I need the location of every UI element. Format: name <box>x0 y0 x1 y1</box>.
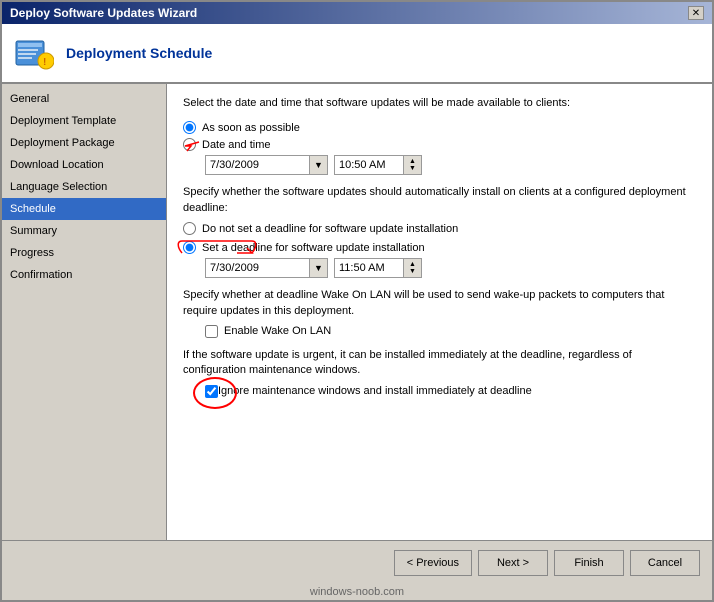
wakeup-description: Specify whether at deadline Wake On LAN … <box>183 288 696 319</box>
radio-set-deadline[interactable] <box>183 241 196 254</box>
sidebar-item-summary[interactable]: Summary <box>2 220 166 242</box>
radio-asap[interactable] <box>183 121 196 134</box>
deadline-time-spin[interactable]: ▲ ▼ <box>404 258 422 278</box>
sidebar-item-deployment-package[interactable]: Deployment Package <box>2 132 166 154</box>
radio-asap-label: As soon as possible <box>202 122 300 134</box>
previous-button[interactable]: < Previous <box>394 550 472 576</box>
sidebar-item-progress[interactable]: Progress <box>2 242 166 264</box>
availability-datetime-picker: 7/30/2009 ▼ 10:50 AM ▲ ▼ <box>205 155 696 175</box>
sidebar-item-confirmation[interactable]: Confirmation <box>2 264 166 286</box>
radio-set-deadline-row: Set a deadline for software update insta… <box>183 241 696 254</box>
finish-button[interactable]: Finish <box>554 550 624 576</box>
ignore-maintenance-checkbox[interactable] <box>205 385 218 398</box>
ignore-maintenance-label: Ignore maintenance windows and install i… <box>218 385 532 397</box>
radio-datetime-label: Date and time <box>202 139 270 151</box>
title-bar: Deploy Software Updates Wizard ✕ <box>2 2 712 24</box>
sidebar: General Deployment Template Deployment P… <box>2 84 167 540</box>
cancel-button[interactable]: Cancel <box>630 550 700 576</box>
sidebar-item-schedule[interactable]: Schedule <box>2 198 166 220</box>
content-area: Select the date and time that software u… <box>167 84 712 540</box>
availability-time-input[interactable]: 10:50 AM <box>334 155 404 175</box>
urgent-description: If the software update is urgent, it can… <box>183 348 696 379</box>
availability-date-dropdown[interactable]: ▼ <box>310 155 328 175</box>
sidebar-item-deployment-template[interactable]: Deployment Template <box>2 110 166 132</box>
deadline-time-input[interactable]: 11:50 AM <box>334 258 404 278</box>
sidebar-item-language-selection[interactable]: Language Selection <box>2 176 166 198</box>
availability-date-input[interactable]: 7/30/2009 <box>205 155 310 175</box>
header-title: Deployment Schedule <box>66 45 212 61</box>
enable-wakeup-label: Enable Wake On LAN <box>224 325 331 337</box>
watermark: windows-noob.com <box>2 584 712 600</box>
next-button[interactable]: Next > <box>478 550 548 576</box>
wizard-icon: ! <box>14 33 54 73</box>
radio-no-deadline-label: Do not set a deadline for software updat… <box>202 223 458 235</box>
deadline-date-dropdown[interactable]: ▼ <box>310 258 328 278</box>
enable-wakeup-checkbox[interactable] <box>205 325 218 338</box>
sidebar-item-general[interactable]: General <box>2 88 166 110</box>
ignore-maintenance-row: Ignore maintenance windows and install i… <box>205 385 696 398</box>
footer: < Previous Next > Finish Cancel <box>2 540 712 584</box>
availability-time-spin[interactable]: ▲ ▼ <box>404 155 422 175</box>
header-bar: ! Deployment Schedule <box>2 24 712 84</box>
radio-asap-row: As soon as possible <box>183 121 696 134</box>
radio-datetime[interactable] <box>183 138 196 151</box>
deadline-date-input[interactable]: 7/30/2009 <box>205 258 310 278</box>
main-window: Deploy Software Updates Wizard ✕ ! Deplo… <box>0 0 714 602</box>
enable-wakeup-row: Enable Wake On LAN <box>205 325 696 338</box>
radio-datetime-row: Date and time <box>183 138 696 151</box>
close-button[interactable]: ✕ <box>688 6 704 20</box>
availability-description: Select the date and time that software u… <box>183 96 696 111</box>
svg-text:!: ! <box>43 57 46 68</box>
deadline-description: Specify whether the software updates sho… <box>183 185 696 216</box>
deadline-datetime-picker: 7/30/2009 ▼ 11:50 AM ▲ ▼ <box>205 258 696 278</box>
main-content: General Deployment Template Deployment P… <box>2 84 712 540</box>
sidebar-item-download-location[interactable]: Download Location <box>2 154 166 176</box>
radio-no-deadline[interactable] <box>183 222 196 235</box>
radio-set-deadline-label: Set a deadline for software update insta… <box>202 242 425 254</box>
radio-no-deadline-row: Do not set a deadline for software updat… <box>183 222 696 235</box>
title-bar-text: Deploy Software Updates Wizard <box>10 6 197 20</box>
